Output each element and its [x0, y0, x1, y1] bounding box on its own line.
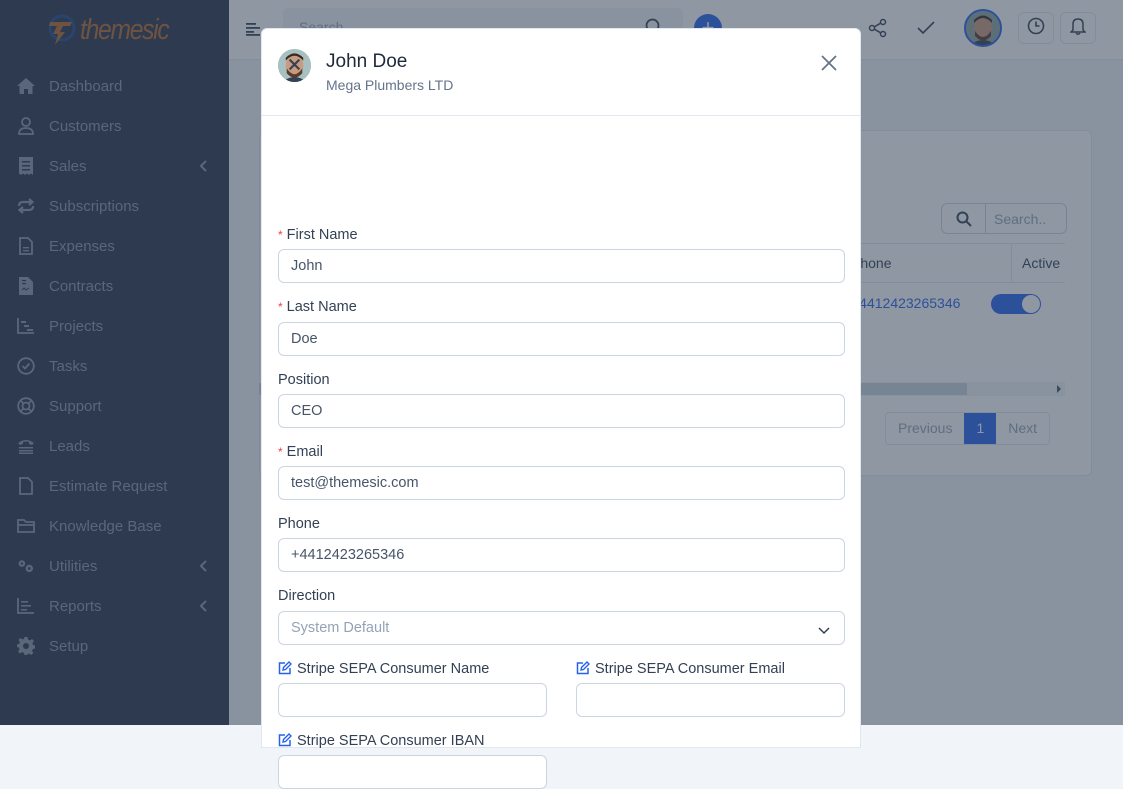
direction-label: Direction	[278, 588, 336, 604]
email-input[interactable]: test@themesic.com	[278, 466, 845, 500]
position-input[interactable]: CEO	[278, 394, 845, 428]
required-marker: *	[278, 228, 283, 242]
sepa-name-label: Stripe SEPA Consumer Name	[278, 661, 489, 679]
phone-label: Phone	[278, 516, 320, 532]
contact-company: Mega Plumbers LTD	[326, 77, 454, 93]
direction-select[interactable]: System Default	[278, 611, 845, 645]
modal-header: John Doe Mega Plumbers LTD	[262, 29, 860, 116]
email-label: * Email	[278, 444, 323, 460]
required-marker: *	[278, 445, 283, 459]
contact-avatar[interactable]	[278, 49, 311, 82]
sepa-name-input[interactable]	[278, 683, 547, 717]
sepa-email-label: Stripe SEPA Consumer Email	[576, 661, 785, 679]
sepa-iban-input[interactable]	[278, 755, 547, 789]
required-marker: *	[278, 300, 283, 314]
chevron-down-icon	[818, 623, 830, 639]
edit-icon[interactable]	[278, 733, 292, 751]
sepa-iban-label: Stripe SEPA Consumer IBAN	[278, 733, 485, 751]
edit-icon[interactable]	[278, 661, 292, 679]
phone-input[interactable]: +4412423265346	[278, 538, 845, 572]
first-name-label: * First Name	[278, 227, 358, 243]
last-name-label: * Last Name	[278, 299, 357, 315]
sepa-email-input[interactable]	[576, 683, 845, 717]
edit-icon[interactable]	[576, 661, 590, 679]
position-label: Position	[278, 372, 330, 388]
edit-contact-modal: John Doe Mega Plumbers LTD * First Name J…	[261, 28, 861, 789]
first-name-input[interactable]: John	[278, 249, 845, 283]
contact-name: John Doe	[326, 51, 408, 72]
close-icon[interactable]	[820, 54, 838, 72]
direction-selected-value: System Default	[291, 620, 390, 636]
last-name-input[interactable]: Doe	[278, 322, 845, 356]
